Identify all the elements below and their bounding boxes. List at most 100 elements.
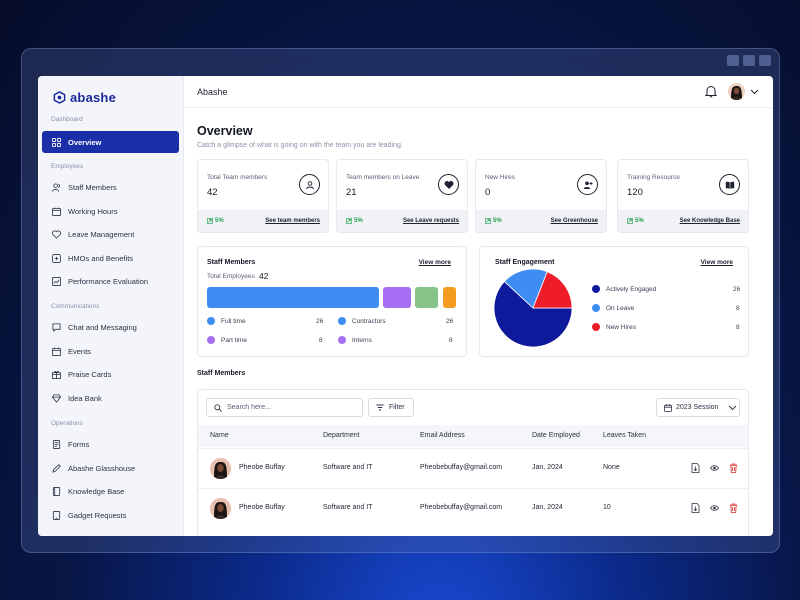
see-knowledge-base-link[interactable]: See Knowledge Base: [680, 218, 740, 224]
view-more-link[interactable]: View more: [419, 259, 451, 266]
staff-engagement-panel: Staff Engagement View more Actively Enga…: [479, 246, 749, 357]
chevron-down-icon: [728, 405, 737, 411]
sidebar-item-idea-bank[interactable]: Idea Bank: [42, 387, 179, 409]
document-icon[interactable]: [691, 503, 700, 513]
see-leave-requests-link[interactable]: See Leave requests: [403, 218, 459, 224]
sidebar-item-working-hours[interactable]: Working Hours: [42, 200, 179, 222]
sidebar-item-label: Knowledge Base: [68, 487, 124, 496]
section-label-operations: Operations: [51, 420, 83, 427]
table-header: Name Department Email Address Date Emplo…: [198, 425, 748, 447]
search-input[interactable]: [227, 404, 357, 411]
column-header-email[interactable]: Email Address: [420, 432, 465, 439]
chart-icon: [52, 277, 61, 286]
sidebar-item-forms[interactable]: Forms: [42, 433, 179, 455]
avatar: [210, 458, 231, 479]
cell-name: Pheobe Buffay: [239, 464, 285, 471]
sidebar-item-label: Working Hours: [68, 207, 117, 216]
eye-icon[interactable]: [710, 463, 719, 473]
eye-icon[interactable]: [710, 503, 719, 513]
calendar-icon: [52, 207, 61, 216]
chevron-down-icon[interactable]: [750, 88, 759, 95]
avatar[interactable]: [728, 83, 745, 100]
sidebar-item-label: Overview: [68, 138, 101, 147]
sidebar-item-overview[interactable]: Overview: [42, 131, 179, 153]
cell-leaves-taken: 10: [603, 504, 611, 511]
session-label: 2023 Session: [676, 404, 718, 411]
sidebar-item-label: Praise Cards: [68, 370, 111, 379]
app-window: abashe Dashboard Overview Employees Staf…: [38, 76, 773, 536]
legend-item-actively-engaged: Actively Engaged: [592, 285, 656, 293]
legend-label: Full time: [221, 318, 246, 325]
maximize-button[interactable]: [743, 55, 755, 66]
minimize-button[interactable]: [727, 55, 739, 66]
sidebar-item-label: Leave Management: [68, 230, 134, 239]
sidebar-item-gadget-requests[interactable]: Gadget Requests: [42, 504, 179, 526]
stat-value: 42: [207, 187, 218, 198]
stat-value: 120: [627, 187, 643, 198]
filter-button[interactable]: Filter: [368, 398, 414, 417]
calendar-icon: [664, 404, 672, 412]
total-employees-value: 42: [259, 271, 268, 281]
page-title: Overview: [197, 124, 253, 138]
staff-table-title: Staff Members: [197, 370, 245, 377]
stat-value: 0: [485, 187, 490, 198]
trend-up-icon: [346, 218, 352, 224]
view-more-link[interactable]: View more: [701, 259, 733, 266]
trend-value: 5%: [493, 218, 502, 224]
stat-footer: 5% See Greenhouse: [476, 210, 606, 232]
trash-icon[interactable]: [729, 503, 738, 513]
page-subtitle: Catch a glimpse of what is going on with…: [197, 142, 403, 149]
sidebar-item-praise-cards[interactable]: Praise Cards: [42, 363, 179, 385]
table-row[interactable]: Pheobe Buffay Software and IT Pheobebuff…: [198, 448, 748, 488]
column-header-department[interactable]: Department: [323, 432, 360, 439]
column-header-name[interactable]: Name: [210, 432, 229, 439]
column-header-leaves-taken[interactable]: Leaves Taken: [603, 432, 646, 439]
main-content: Overview Catch a glimpse of what is goin…: [184, 108, 773, 536]
legend-dot: [592, 285, 600, 293]
legend-dot: [338, 317, 346, 325]
book-icon: [719, 174, 740, 195]
sidebar-item-events[interactable]: Events: [42, 340, 179, 362]
document-icon[interactable]: [691, 463, 700, 473]
stat-card-new-hires: New Hires 0 5% See Greenhouse: [475, 159, 607, 233]
sidebar-item-label: Events: [68, 347, 91, 356]
legend-value: 26: [446, 318, 453, 325]
cell-date-employed: Jan, 2024: [532, 504, 563, 511]
sidebar-item-label: Performance Evaluation: [68, 277, 148, 286]
table-row[interactable]: Pheobe Buffay Software and IT Pheobebuff…: [198, 488, 748, 528]
search-box[interactable]: [206, 398, 363, 417]
sidebar-item-label: Chat and Messaging: [68, 323, 137, 332]
bell-icon[interactable]: [705, 85, 717, 98]
sidebar-item-abashe-glasshouse[interactable]: Abashe Glasshouse: [42, 457, 179, 479]
trend-up-icon: [207, 218, 213, 224]
panel-title: Staff Members: [207, 259, 255, 266]
cell-department: Software and IT: [323, 504, 372, 511]
trash-icon[interactable]: [729, 463, 738, 473]
sidebar-item-staff-members[interactable]: Staff Members: [42, 176, 179, 198]
sidebar-item-chat-messaging[interactable]: Chat and Messaging: [42, 316, 179, 338]
session-select[interactable]: 2023 Session: [656, 398, 740, 417]
legend-dot: [338, 336, 346, 344]
section-label-employees: Employees: [51, 163, 83, 170]
sidebar-item-label: HMOs and Benefits: [68, 254, 133, 263]
sidebar-item-knowledge-base[interactable]: Knowledge Base: [42, 480, 179, 502]
panel-title: Staff Engagement: [495, 259, 555, 266]
sidebar-item-leave-management[interactable]: Leave Management: [42, 223, 179, 245]
top-bar: Abashe: [184, 76, 773, 108]
stat-label: Team members on Leave: [346, 174, 419, 181]
column-header-date-employed[interactable]: Date Employed: [532, 432, 580, 439]
user-photo-icon: [210, 498, 231, 519]
trend-badge: 5%: [485, 218, 502, 224]
logo[interactable]: abashe: [53, 90, 116, 105]
sidebar-item-performance-evaluation[interactable]: Performance Evaluation: [42, 270, 179, 292]
legend-item-part-time: Part time: [207, 336, 247, 344]
trend-badge: 5%: [346, 218, 363, 224]
legend-value: 8: [319, 337, 323, 344]
chat-icon: [52, 323, 61, 332]
close-button[interactable]: [759, 55, 771, 66]
sidebar-item-hmos-benefits[interactable]: HMOs and Benefits: [42, 247, 179, 269]
form-icon: [52, 440, 61, 449]
brand-name: abashe: [70, 90, 116, 105]
see-team-members-link[interactable]: See team members: [265, 218, 320, 224]
see-greenhouse-link[interactable]: See Greenhouse: [551, 218, 598, 224]
